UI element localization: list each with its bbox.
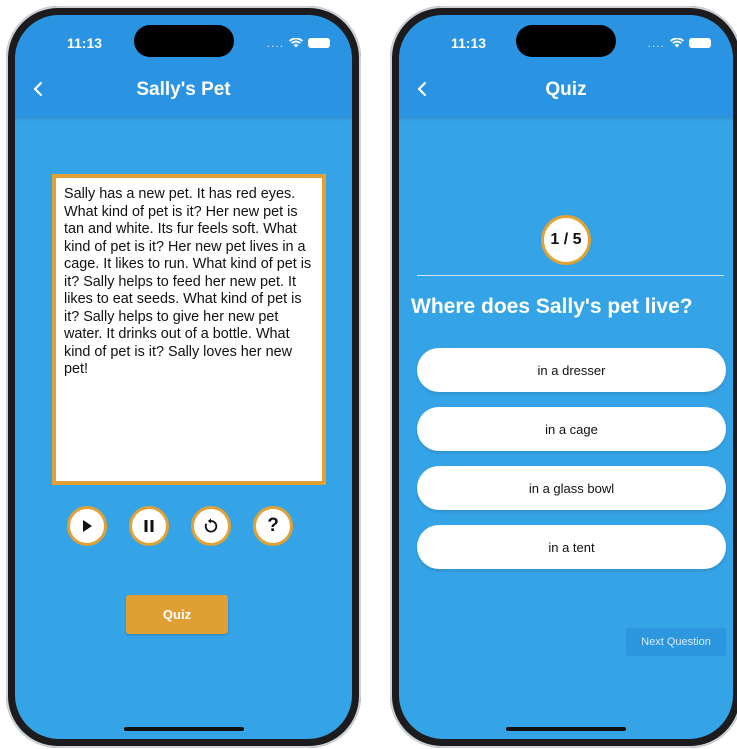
battery-icon (689, 38, 711, 48)
wifi-icon (289, 38, 303, 48)
help-icon: ? (267, 515, 279, 536)
quiz-button[interactable]: Quiz (126, 595, 228, 634)
signal-icon: .... (266, 36, 284, 50)
wifi-icon (670, 38, 684, 48)
pause-button[interactable] (129, 506, 169, 546)
story-text-box: Sally has a new pet. It has red eyes. Wh… (52, 174, 326, 485)
replay-icon (204, 518, 218, 533)
status-time: 11:13 (67, 35, 103, 51)
home-indicator (506, 727, 626, 731)
answer-list: in a dresser in a cage in a glass bowl i… (417, 348, 726, 584)
question-progress-badge: 1 / 5 (541, 215, 591, 265)
status-bar: 11:13 .... (399, 15, 733, 65)
quiz-screen: 11:13 .... Quiz 1 / 5 Where does Sally's… (399, 15, 733, 739)
play-icon (83, 520, 92, 532)
signal-icon: .... (647, 36, 665, 50)
status-bar: 11:13 .... (15, 15, 352, 65)
app-bar: Quiz (399, 65, 733, 117)
status-time: 11:13 (451, 35, 487, 51)
status-icons: .... (648, 36, 711, 50)
play-button[interactable] (67, 506, 107, 546)
page-title: Quiz (545, 79, 587, 100)
question-text: Where does Sally's pet live? (411, 295, 693, 318)
answer-option-tent[interactable]: in a tent (417, 525, 726, 569)
dynamic-island (133, 25, 234, 57)
answer-option-glass-bowl[interactable]: in a glass bowl (417, 466, 726, 510)
phone-story: 11:13 .... Sally's Pet Sally has a new p… (6, 6, 361, 748)
page-title: Sally's Pet (136, 79, 231, 100)
dynamic-island (516, 25, 616, 57)
answer-option-dresser[interactable]: in a dresser (417, 348, 726, 392)
replay-button[interactable] (191, 506, 231, 546)
status-icons: .... (267, 36, 330, 50)
help-button[interactable]: ? (253, 506, 293, 546)
answer-option-cage[interactable]: in a cage (417, 407, 726, 451)
next-question-button[interactable]: Next Question (626, 628, 726, 656)
home-indicator (123, 727, 244, 731)
audio-controls: ? (67, 506, 293, 546)
pause-icon (144, 520, 154, 532)
app-bar: Sally's Pet (15, 65, 352, 117)
story-screen: 11:13 .... Sally's Pet Sally has a new p… (15, 15, 352, 739)
phone-quiz: 11:13 .... Quiz 1 / 5 Where does Sally's… (390, 6, 737, 748)
battery-icon (308, 38, 330, 48)
divider (417, 275, 724, 276)
